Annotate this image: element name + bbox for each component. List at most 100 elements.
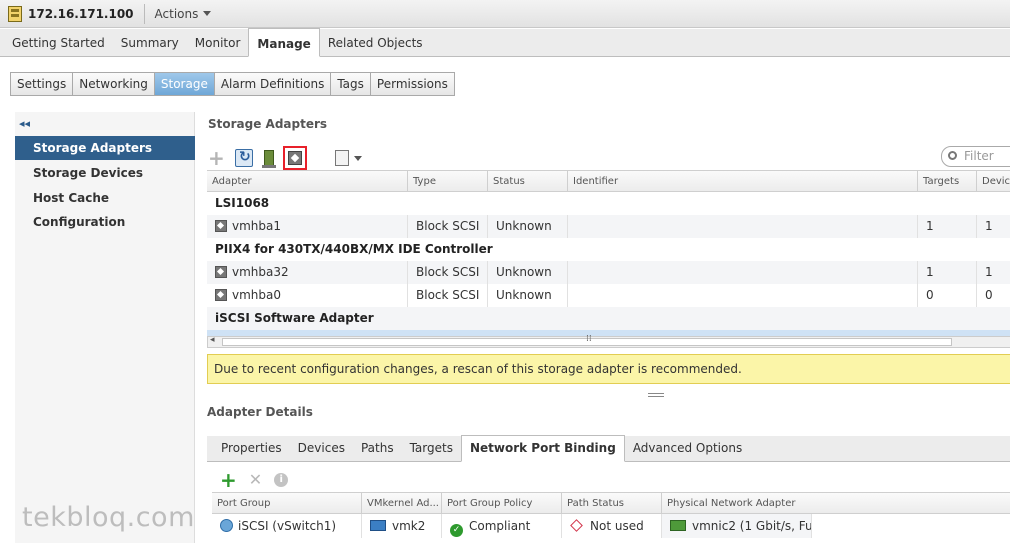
collapse-sidebar-icon[interactable]: ◂◂	[19, 117, 30, 130]
adapter-devices: 0	[977, 284, 1010, 307]
port-group-policy: Compliant	[469, 519, 531, 533]
port-group-icon	[220, 519, 233, 532]
storage-adapter-icon	[288, 151, 302, 165]
storage-adapter-icon	[215, 266, 227, 278]
col-port-group[interactable]: Port Group	[212, 493, 362, 513]
adapter-targets: 1	[918, 261, 977, 284]
col-path-status[interactable]: Path Status	[562, 493, 662, 513]
adapter-name: vmhba32	[232, 265, 289, 279]
tab-devices[interactable]: Devices	[290, 436, 353, 461]
physical-network-adapter: vmnic2 (1 Gbit/s, Full)	[692, 519, 812, 533]
details-tabs: Properties Devices Paths Targets Network…	[207, 435, 1010, 462]
col-port-group-policy[interactable]: Port Group Policy	[442, 493, 562, 513]
adapter-toolbar: +	[208, 146, 362, 170]
tab-properties[interactable]: Properties	[213, 436, 290, 461]
tab-targets[interactable]: Targets	[402, 436, 461, 461]
host-icon	[8, 5, 22, 22]
tab-advanced-options[interactable]: Advanced Options	[625, 436, 750, 461]
subtab-tags[interactable]: Tags	[330, 72, 371, 96]
watermark: tekbloq.com	[22, 502, 195, 533]
manage-sub-tabs: Settings Networking Storage Alarm Defini…	[10, 72, 455, 96]
col-physical-network-adapter[interactable]: Physical Network Adapter	[662, 493, 1010, 513]
rescan-warning: Due to recent configuration changes, a r…	[207, 354, 1010, 384]
chevron-down-icon[interactable]	[354, 155, 362, 161]
adapter-name: vmhba1	[232, 219, 282, 233]
storage-sidebar: ◂◂ Storage Adapters Storage Devices Host…	[15, 112, 195, 543]
sidebar-item-storage-devices[interactable]: Storage Devices	[15, 161, 195, 185]
filter-input[interactable]: Filter	[941, 146, 1010, 167]
table-row[interactable]: vmhba1 Block SCSI Unknown 1 1	[207, 215, 1010, 238]
col-adapter[interactable]: Adapter	[207, 171, 408, 191]
actions-menu[interactable]: Actions	[155, 7, 212, 21]
highlighted-adapter-action[interactable]	[283, 146, 307, 170]
storage-adapter-icon	[215, 220, 227, 232]
tab-summary[interactable]: Summary	[113, 28, 187, 56]
horizontal-scrollbar[interactable]: ◂ ⁞⁞	[207, 334, 1010, 348]
table-row[interactable]: vmhba32 Block SCSI Unknown 1 1	[207, 261, 1010, 284]
rescan-storage-icon[interactable]	[235, 149, 253, 167]
grip-icon: ⁞⁞	[586, 334, 592, 344]
adapter-type: Block SCSI	[408, 261, 488, 284]
adapter-targets: 1	[918, 215, 977, 238]
adapter-type: Block SCSI	[408, 215, 488, 238]
adapter-devices: 1	[977, 261, 1010, 284]
tab-network-port-binding[interactable]: Network Port Binding	[460, 435, 625, 462]
chevron-down-icon	[203, 11, 212, 16]
actions-label: Actions	[154, 6, 199, 21]
table-row[interactable]: iSCSI (vSwitch1) vmk2 ✓ Compliant Not use…	[212, 514, 1010, 538]
remove-binding-icon[interactable]: ✕	[249, 470, 262, 489]
details-title: Adapter Details	[207, 405, 313, 419]
adapter-status: Unknown	[488, 261, 568, 284]
col-devices[interactable]: Devices	[977, 171, 1010, 191]
adapter-status: Unknown	[488, 215, 568, 238]
adapter-identifier	[568, 284, 918, 307]
tab-paths[interactable]: Paths	[353, 436, 402, 461]
table-header: Adapter Type Status Identifier Targets D…	[207, 170, 1010, 192]
network-adapter-icon	[670, 520, 686, 531]
col-vmkernel-adapter[interactable]: VMkernel Ad...	[362, 493, 442, 513]
subtab-storage[interactable]: Storage	[153, 72, 215, 96]
main-tabs: Getting Started Summary Monitor Manage R…	[0, 28, 1010, 57]
search-icon	[948, 151, 957, 160]
group-header: PIIX4 for 430TX/440BX/MX IDE Controller	[215, 242, 493, 256]
sidebar-item-host-cache-configuration[interactable]: Host Cache Configuration	[15, 186, 195, 229]
subtab-settings[interactable]: Settings	[10, 72, 74, 96]
filter-placeholder: Filter	[964, 149, 994, 163]
port-group: iSCSI (vSwitch1)	[238, 519, 337, 533]
tab-getting-started[interactable]: Getting Started	[4, 28, 113, 56]
adapter-type: Block SCSI	[408, 284, 488, 307]
adapter-devices: 1	[977, 215, 1010, 238]
subtab-networking[interactable]: Networking	[72, 72, 155, 96]
adapter-targets: 0	[918, 284, 977, 307]
adapter-identifier	[568, 261, 918, 284]
subtab-permissions[interactable]: Permissions	[369, 72, 455, 96]
add-binding-icon[interactable]: +	[220, 470, 237, 490]
tab-related-objects[interactable]: Related Objects	[320, 28, 431, 56]
scroll-left-icon[interactable]: ◂	[210, 335, 215, 345]
adapter-identifier	[568, 215, 918, 238]
vmkernel-adapter: vmk2	[392, 519, 426, 533]
col-status[interactable]: Status	[488, 171, 568, 191]
col-targets[interactable]: Targets	[918, 171, 977, 191]
subtab-alarm-definitions[interactable]: Alarm Definitions	[213, 72, 332, 96]
vmkernel-icon	[370, 520, 386, 531]
rescan-adapter-icon[interactable]	[262, 150, 276, 168]
col-identifier[interactable]: Identifier	[568, 171, 918, 191]
group-header: LSI1068	[215, 196, 270, 210]
object-header: 172.16.171.100 Actions	[0, 0, 1010, 28]
col-type[interactable]: Type	[408, 171, 488, 191]
table-header: Port Group VMkernel Ad... Port Group Pol…	[212, 492, 1010, 514]
table-row[interactable]: vmhba0 Block SCSI Unknown 0 0	[207, 284, 1010, 307]
tab-manage[interactable]: Manage	[248, 28, 320, 57]
path-status: Not used	[590, 519, 644, 533]
add-adapter-icon[interactable]: +	[208, 148, 226, 168]
copy-icon[interactable]	[335, 150, 349, 166]
info-icon[interactable]: i	[274, 472, 289, 487]
not-used-icon	[570, 519, 583, 532]
tab-monitor[interactable]: Monitor	[187, 28, 249, 56]
section-title: Storage Adapters	[208, 117, 328, 131]
host-title: 172.16.171.100	[0, 0, 134, 28]
port-binding-table: Port Group VMkernel Ad... Port Group Pol…	[212, 492, 1010, 538]
sidebar-item-storage-adapters[interactable]: Storage Adapters	[15, 136, 195, 160]
pane-splitter[interactable]	[648, 393, 664, 397]
